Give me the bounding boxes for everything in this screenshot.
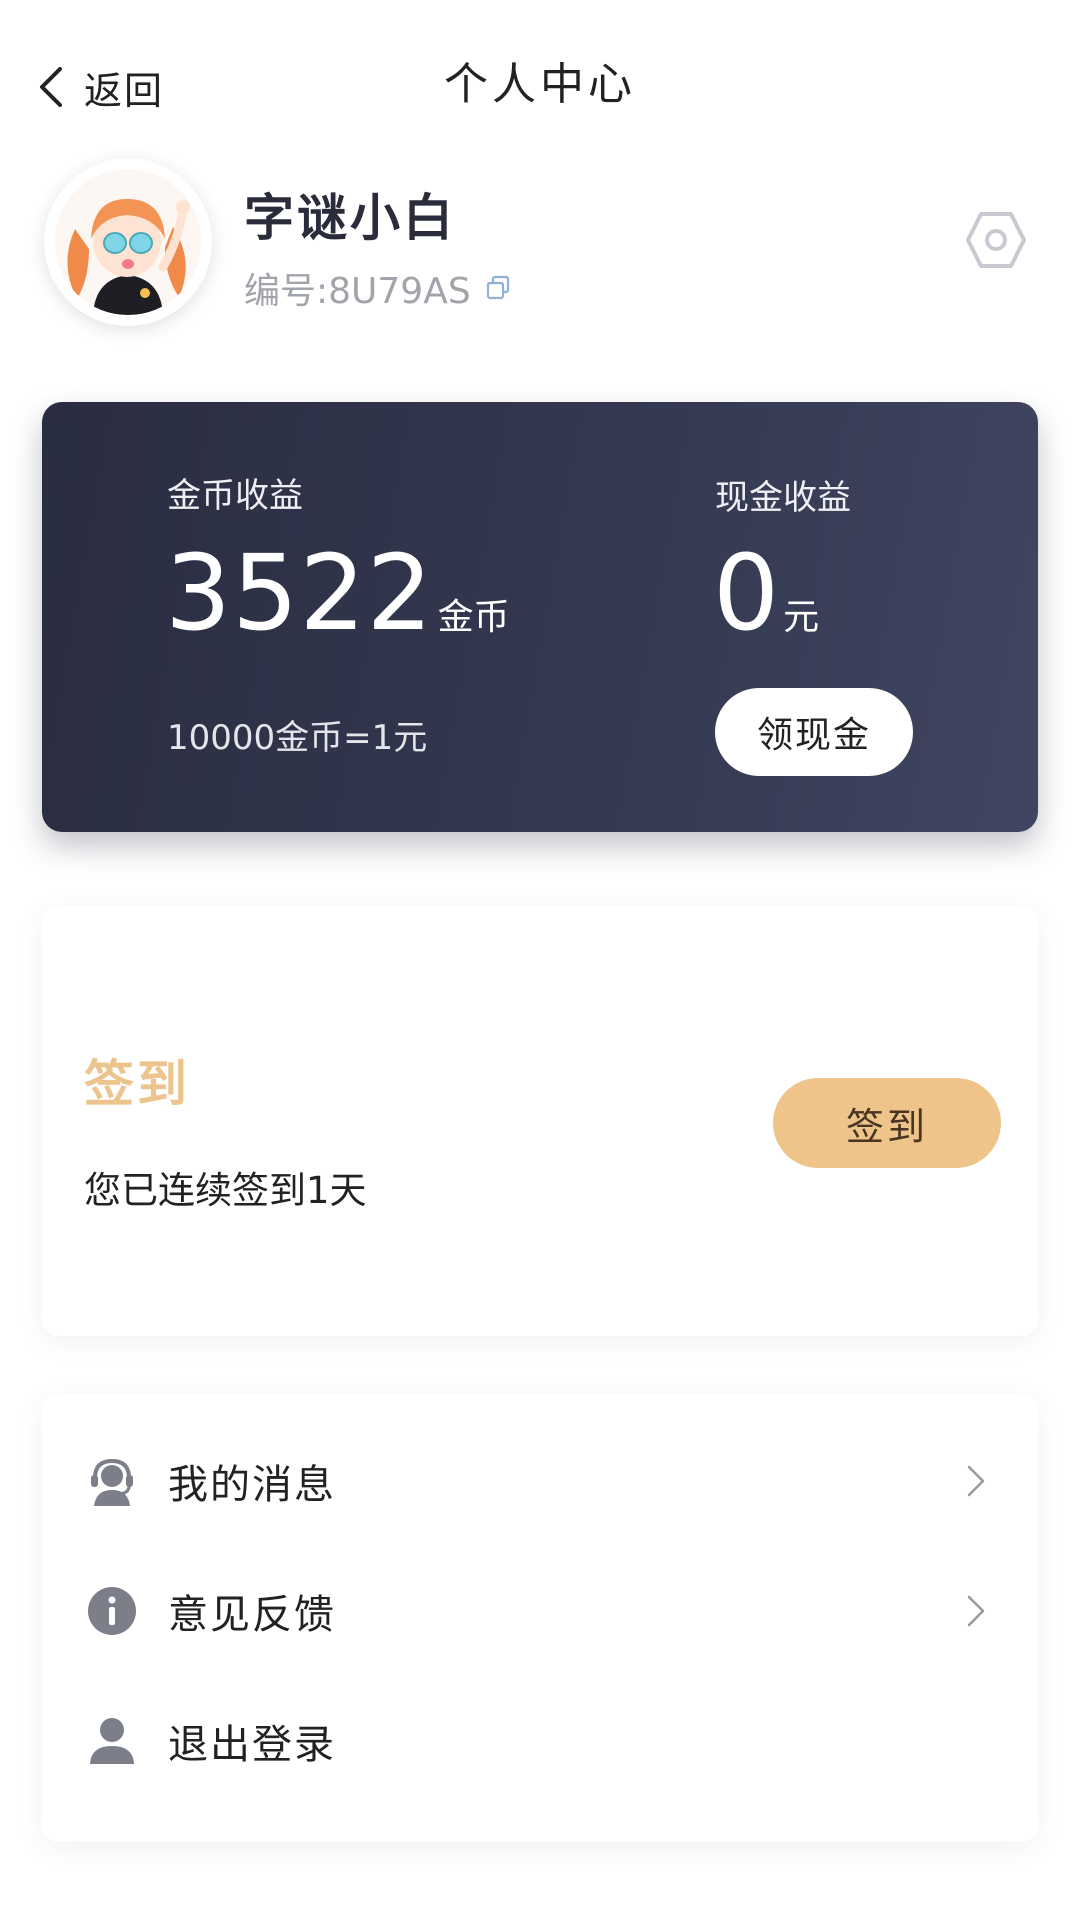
menu-item-feedback[interactable]: 意见反馈	[42, 1546, 1038, 1676]
chevron-right-icon	[966, 1464, 986, 1498]
hexagon-settings-icon	[965, 211, 1027, 273]
coin-earnings-label: 金币收益	[167, 476, 303, 516]
avatar[interactable]	[44, 158, 212, 326]
earnings-card: 金币收益 3522 金币 10000金币=1元 现金收益 0 元 领现金	[42, 402, 1038, 832]
personal-center-page: 返回 个人中心 字谜小白 编号:8U79AS 金币收益 3522 金币 1000…	[0, 0, 1080, 1920]
back-label: 返回	[84, 68, 165, 113]
menu-item-label: 退出登录	[168, 1722, 336, 1768]
exchange-rate-text: 10000金币=1元	[167, 718, 428, 758]
coin-unit: 金币	[437, 597, 510, 638]
settings-button[interactable]	[964, 210, 1028, 274]
user-id-row: 编号:8U79AS	[244, 262, 511, 314]
user-name: 字谜小白	[244, 189, 456, 247]
cash-earnings-value-row: 0 元	[713, 532, 819, 654]
cash-unit: 元	[783, 597, 820, 638]
info-icon	[86, 1585, 138, 1637]
signin-button[interactable]: 签到	[773, 1078, 1001, 1168]
cash-earnings-label: 现金收益	[715, 478, 851, 518]
chevron-right-icon	[966, 1594, 986, 1628]
signin-title: 签到	[84, 1055, 190, 1113]
signin-card: 签到 您已连续签到1天 签到	[42, 906, 1038, 1336]
coin-earnings-value-row: 3522 金币	[165, 532, 510, 654]
user-icon	[86, 1715, 138, 1767]
chevron-left-icon	[38, 65, 64, 109]
signin-streak-text: 您已连续签到1天	[84, 1169, 367, 1212]
user-id: 编号:8U79AS	[244, 271, 471, 312]
withdraw-cash-button[interactable]: 领现金	[715, 688, 913, 776]
back-button[interactable]: 返回	[38, 52, 164, 122]
menu-card: 我的消息 意见反馈 退出登录	[42, 1394, 1038, 1842]
top-bar: 返回 个人中心	[0, 0, 1080, 165]
menu-item-logout[interactable]: 退出登录	[42, 1676, 1038, 1806]
menu-item-label: 我的消息	[168, 1462, 336, 1508]
cash-earnings-value: 0	[713, 532, 780, 654]
coin-earnings-value: 3522	[165, 532, 434, 654]
avatar-illustration	[55, 169, 201, 315]
customer-service-icon	[86, 1455, 138, 1507]
copy-icon[interactable]	[485, 275, 511, 301]
menu-item-messages[interactable]: 我的消息	[42, 1416, 1038, 1546]
menu-item-label: 意见反馈	[168, 1592, 336, 1638]
